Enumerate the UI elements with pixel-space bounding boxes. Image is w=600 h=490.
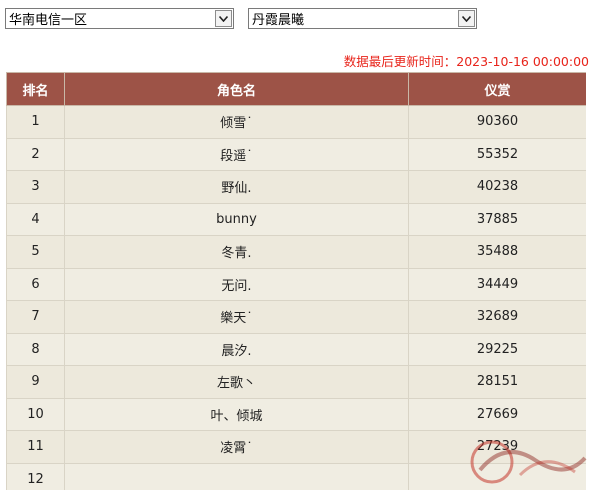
rank-cell: 4 [6, 202, 65, 236]
table-row: 8 晨汐. 29225 [6, 332, 586, 366]
table-row: 2 段遥˙ 55352 [6, 137, 586, 171]
score-cell: 90360 [408, 105, 586, 139]
score-cell: 40238 [408, 170, 586, 204]
table-row: 6 无问. 34449 [6, 267, 586, 301]
header-rank: 排名 [6, 72, 65, 106]
score-cell: 55352 [408, 137, 586, 171]
table-row: 7 樂天˙ 32689 [6, 300, 586, 334]
rank-cell: 3 [6, 170, 65, 204]
score-cell: 27239 [408, 430, 586, 464]
score-cell: 32689 [408, 300, 586, 334]
table-row: 10 叶、倾城 27669 [6, 397, 586, 431]
character-name-cell: 冬青. [64, 235, 409, 269]
score-cell: 27669 [408, 397, 586, 431]
score-cell: 34449 [408, 267, 586, 301]
last-update-time: 数据最后更新时间：2023-10-16 00:00:00 [343, 54, 589, 69]
rank-cell: 12 [6, 462, 65, 490]
ranking-table-container: 排名 角色名 仪赏 1 倾雪˙ 90360 2 段遥˙ 55352 3 野仙. 40238 4 bu… [6, 72, 586, 490]
table-row: 1 倾雪˙ 90360 [6, 105, 586, 139]
table-row: 9 左歌丶 28151 [6, 365, 586, 399]
character-name-cell: 段遥˙ [64, 137, 409, 171]
realm-select-value: 丹霞晨曦 [252, 13, 305, 28]
header-score: 仪赏 [408, 72, 586, 106]
server-select[interactable]: 华南电信一区 [5, 8, 234, 29]
character-name-cell: 叶、倾城 [64, 397, 409, 431]
score-cell: 28151 [408, 365, 586, 399]
character-name-cell: 左歌丶 [64, 365, 409, 399]
character-name-cell: 晨汐. [64, 332, 409, 366]
character-name-cell: 无问. [64, 267, 409, 301]
character-name-cell [64, 462, 409, 490]
table-row: 4 bunny 37885 [6, 202, 586, 236]
character-name-cell: 野仙. [64, 170, 409, 204]
score-cell: 29225 [408, 332, 586, 366]
rank-cell: 1 [6, 105, 65, 139]
rank-cell: 11 [6, 430, 65, 464]
realm-select[interactable]: 丹霞晨曦 [248, 8, 477, 29]
score-cell: 37885 [408, 202, 586, 236]
server-select-value: 华南电信一区 [9, 13, 88, 28]
header-character-name: 角色名 [64, 72, 409, 106]
ranking-table: 排名 角色名 仪赏 1 倾雪˙ 90360 2 段遥˙ 55352 3 野仙. 40238 4 bu… [6, 72, 586, 490]
character-name-cell: 倾雪˙ [64, 105, 409, 139]
table-row: 5 冬青. 35488 [6, 235, 586, 269]
rank-cell: 5 [6, 235, 65, 269]
character-name-cell: bunny [64, 202, 409, 236]
table-row: 11 凌霄˙ 27239 [6, 430, 586, 464]
rank-cell: 9 [6, 365, 65, 399]
score-cell [408, 462, 586, 490]
chevron-down-icon[interactable] [215, 10, 232, 27]
rank-cell: 6 [6, 267, 65, 301]
chevron-down-icon[interactable] [458, 10, 475, 27]
rank-cell: 2 [6, 137, 65, 171]
table-header-row: 排名 角色名 仪赏 [6, 72, 586, 106]
rank-cell: 8 [6, 332, 65, 366]
table-row: 3 野仙. 40238 [6, 170, 586, 204]
rank-cell: 10 [6, 397, 65, 431]
character-name-cell: 樂天˙ [64, 300, 409, 334]
score-cell: 35488 [408, 235, 586, 269]
character-name-cell: 凌霄˙ [64, 430, 409, 464]
rank-cell: 7 [6, 300, 65, 334]
table-row: 12 [6, 462, 586, 490]
